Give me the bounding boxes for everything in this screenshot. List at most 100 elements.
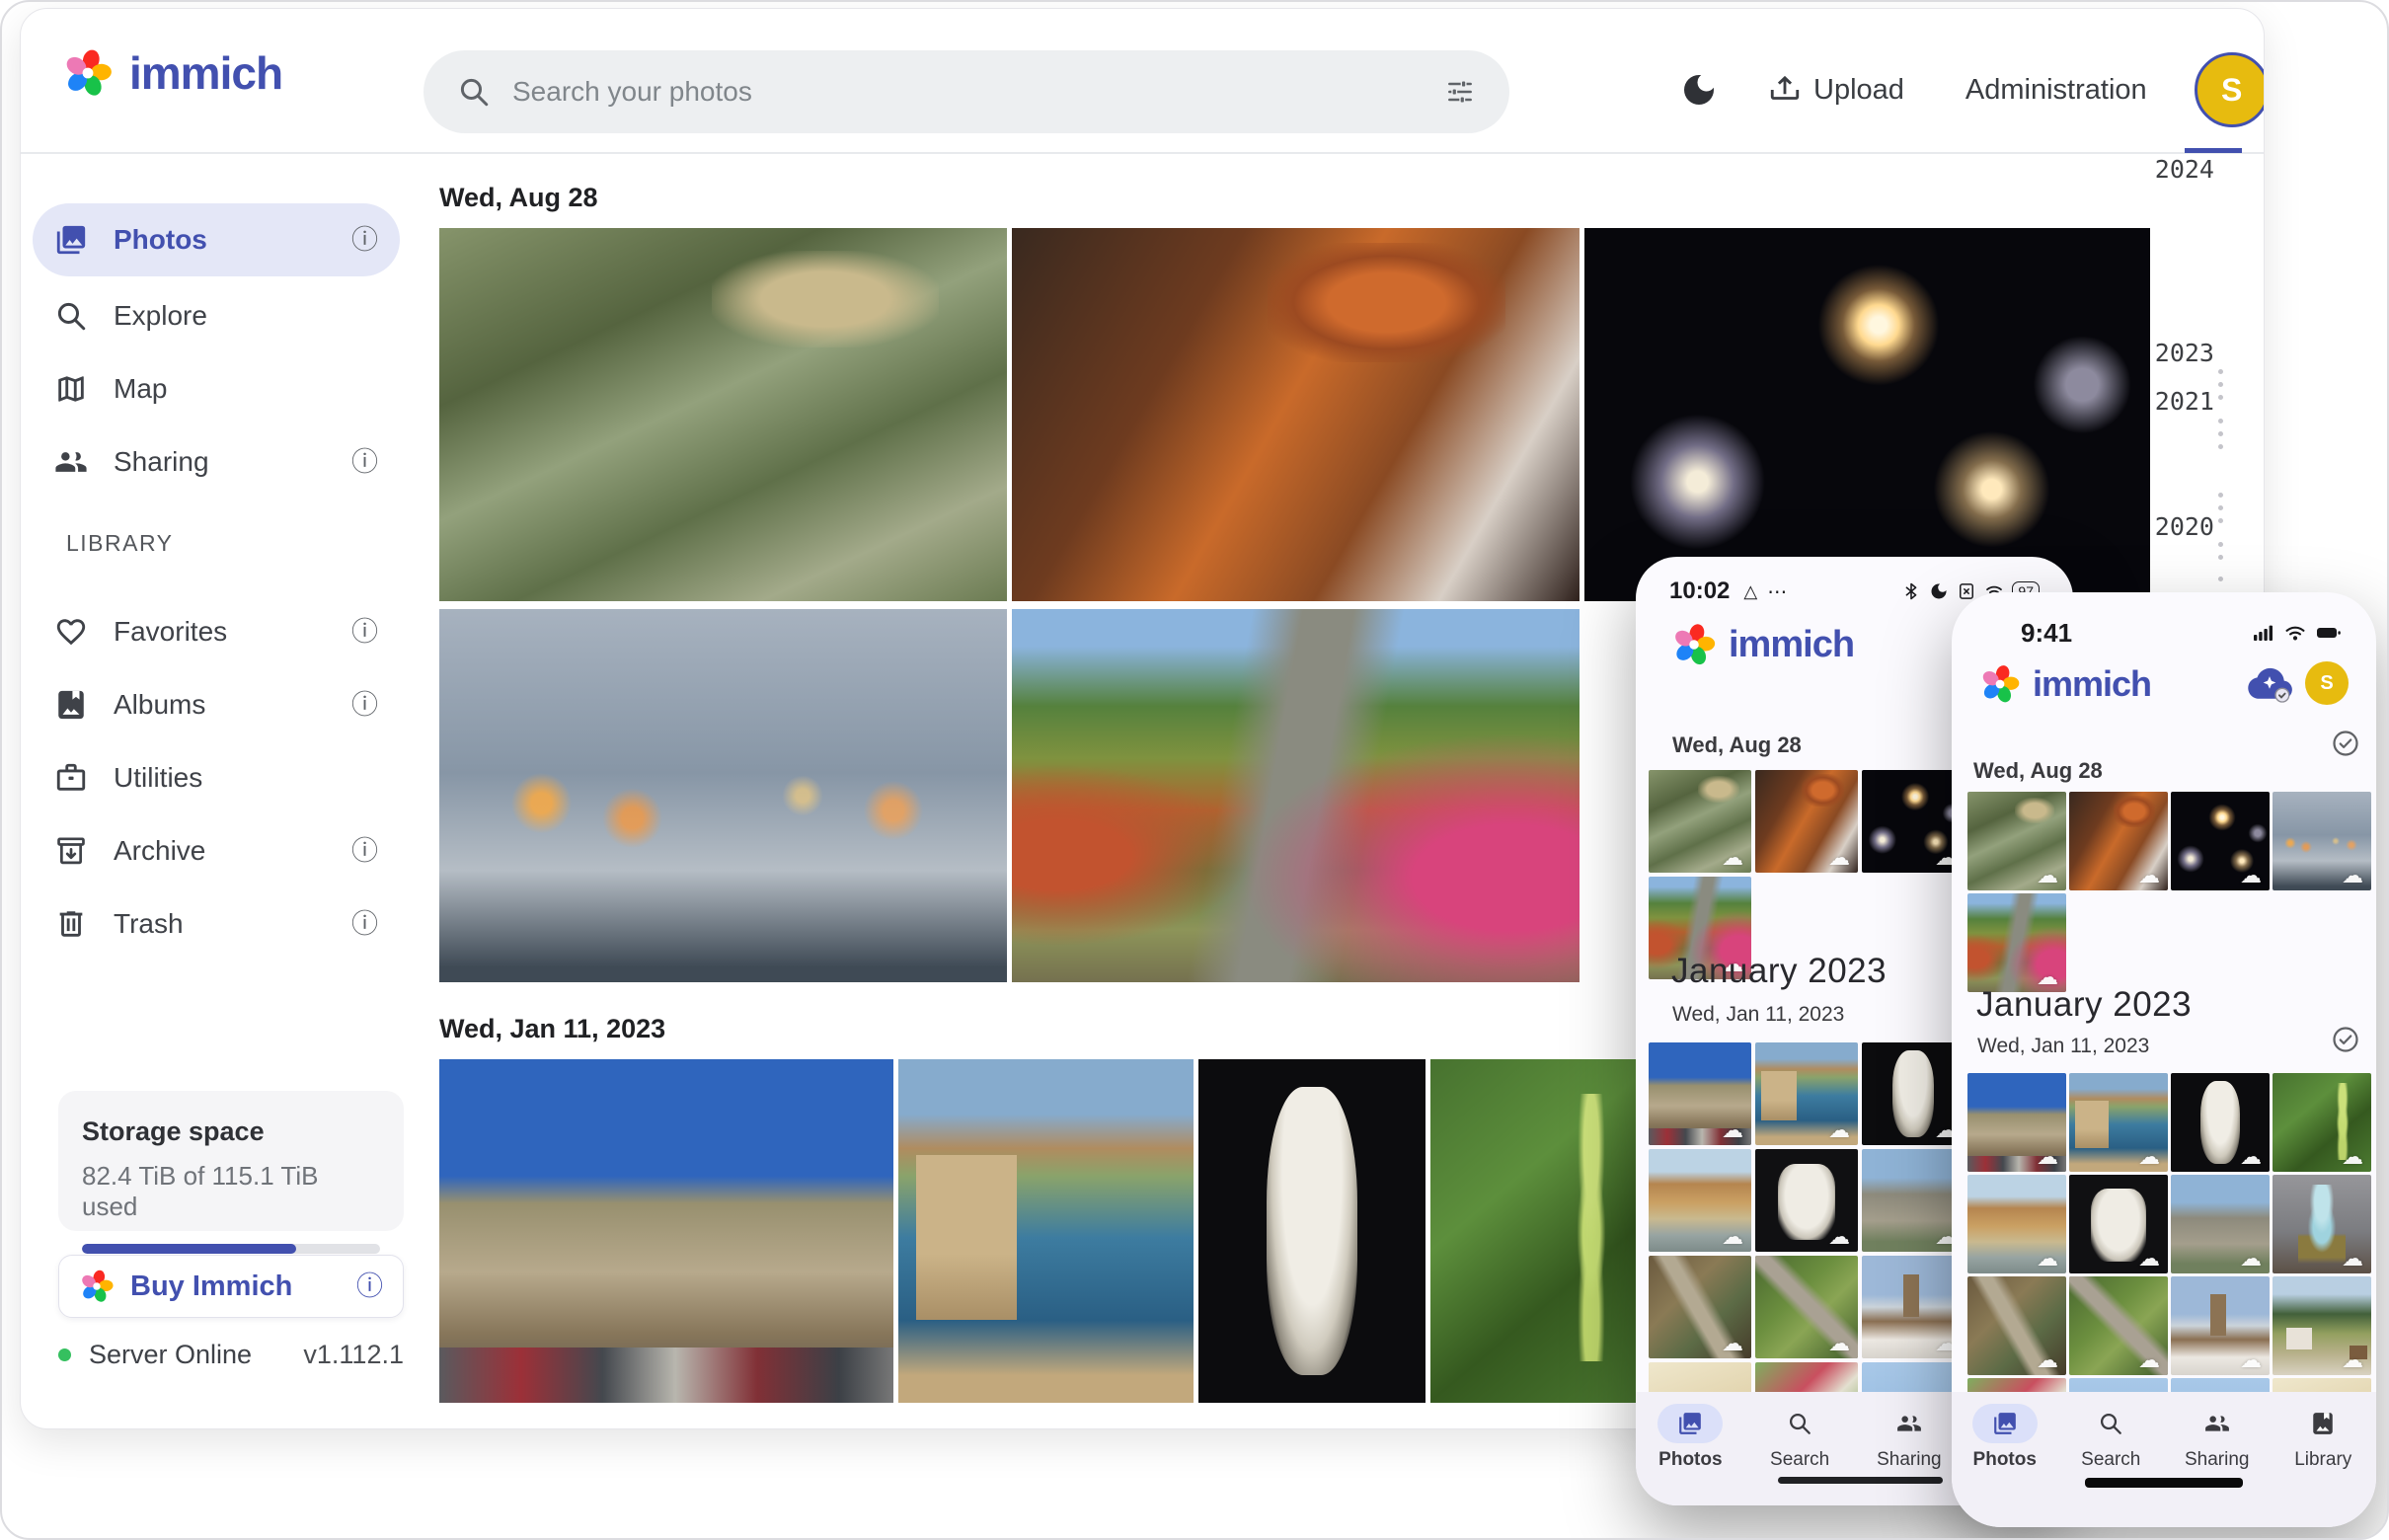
cloud-backup-icon: ☁ <box>2342 1146 2363 1168</box>
nav-item-photos[interactable]: Photos <box>1954 1404 2056 1471</box>
photo-autumn-path[interactable]: ☁ <box>1967 893 2066 992</box>
select-day-check-icon[interactable] <box>2331 1025 2360 1054</box>
map-icon <box>54 372 88 406</box>
photo-alpine-farm[interactable]: ☁ <box>2273 1276 2371 1375</box>
photo-autumn-path[interactable] <box>1012 609 1580 982</box>
photo-coastal[interactable]: ☁ <box>2069 1073 2168 1172</box>
nav-item-sharing[interactable]: Sharing <box>1858 1404 1961 1471</box>
timeline-year[interactable]: 2020 <box>2151 512 2214 541</box>
photo-winter-village[interactable]: ☁ <box>2171 1276 2270 1375</box>
info-icon[interactable]: ⓘ <box>351 838 378 865</box>
sidebar-item-favorites[interactable]: Favorites ⓘ <box>33 595 400 668</box>
photo-berries[interactable] <box>1430 1059 1657 1403</box>
administration-link[interactable]: Administration <box>1965 74 2147 107</box>
photo-monkeys[interactable]: ☁ <box>1967 792 2066 890</box>
photo-coastal[interactable] <box>898 1059 1194 1403</box>
photo-fireworks[interactable] <box>1584 228 2150 601</box>
sidebar-item-albums[interactable]: Albums ⓘ <box>33 668 400 741</box>
cloud-backup-icon: ☁ <box>2342 1349 2363 1371</box>
photo-beach[interactable]: ☁ <box>1967 1175 2066 1273</box>
info-icon[interactable]: ⓘ <box>351 692 378 719</box>
sidebar-item-utilities[interactable]: Utilities <box>33 741 400 814</box>
sidebar-item-map[interactable]: Map <box>33 352 400 425</box>
info-icon[interactable]: ⓘ <box>351 449 378 476</box>
photo-winter-village[interactable]: ☁ <box>1862 1256 1965 1358</box>
timeline-year[interactable]: 2021 <box>2151 387 2214 416</box>
photo-dinner[interactable] <box>1012 228 1580 601</box>
photo-ruins[interactable]: ☁ <box>2171 1175 2270 1273</box>
home-indicator <box>1778 1477 1943 1484</box>
storage-progress-bar <box>82 1244 380 1254</box>
upload-button[interactable]: Upload <box>1768 73 1904 107</box>
sidebar-item-archive[interactable]: Archive ⓘ <box>33 814 400 887</box>
cloud-backup-icon: ☁ <box>1828 1226 1850 1248</box>
photo-lizard[interactable]: ☁ <box>2069 1276 2168 1375</box>
photo-bust[interactable]: ☁ <box>2171 1073 2270 1172</box>
photo-castle[interactable] <box>439 1059 893 1403</box>
user-avatar[interactable]: S <box>2305 661 2349 705</box>
photo-centerpiece[interactable]: ☁ <box>2273 1175 2371 1273</box>
timeline-year[interactable]: 2024 <box>2151 155 2214 184</box>
sidebar-item-sharing[interactable]: Sharing ⓘ <box>33 425 400 499</box>
photo-lizard[interactable]: ☁ <box>1755 1256 1858 1358</box>
date-group-header: Wed, Aug 28 <box>1973 758 2103 784</box>
sidebar-item-trash[interactable]: Trash ⓘ <box>33 887 400 961</box>
photo-sculpture[interactable]: ☁ <box>2069 1175 2168 1273</box>
sidebar-item-photos[interactable]: Photos ⓘ <box>33 203 400 276</box>
photo-castle[interactable]: ☁ <box>1967 1073 2066 1172</box>
select-all-check-icon[interactable] <box>2331 729 2360 758</box>
album-icon <box>54 688 88 722</box>
cloud-backup-icon: ☁ <box>1828 847 1850 869</box>
photo-bust[interactable] <box>1198 1059 1426 1403</box>
cloud-sync-icon[interactable] <box>2246 663 2293 705</box>
photo-dinner[interactable]: ☁ <box>2069 792 2168 890</box>
photo-fireworks[interactable]: ☁ <box>2171 792 2270 890</box>
photo-lizard[interactable]: ☁ <box>1649 1256 1751 1358</box>
timeline-year[interactable]: 2023 <box>2151 339 2214 367</box>
nav-item-library[interactable]: Library <box>2272 1404 2374 1471</box>
photos-icon <box>1677 1411 1703 1436</box>
photo-fireworks[interactable]: ☁ <box>1862 770 1965 873</box>
trash-icon <box>54 907 88 941</box>
cloud-backup-icon: ☁ <box>2240 865 2262 886</box>
info-icon[interactable]: ⓘ <box>351 619 378 646</box>
photo-castle[interactable]: ☁ <box>1649 1042 1751 1145</box>
moon-icon <box>1929 581 1949 601</box>
info-icon[interactable]: ⓘ <box>351 911 378 938</box>
photo-beach[interactable]: ☁ <box>1649 1149 1751 1252</box>
photo-coastal[interactable]: ☁ <box>1755 1042 1858 1145</box>
photo-hands[interactable] <box>439 609 1007 982</box>
info-icon[interactable]: ⓘ <box>351 227 378 254</box>
timeline-scrubber-handle[interactable] <box>2185 148 2242 153</box>
cloud-backup-icon: ☁ <box>1828 1119 1850 1141</box>
sidebar-item-explore[interactable]: Explore <box>33 279 400 352</box>
search-bar[interactable]: Search your photos <box>424 50 1509 133</box>
server-status-label: Server Online <box>89 1340 303 1370</box>
photo-berries[interactable]: ☁ <box>2273 1073 2371 1172</box>
app-logo[interactable]: immich <box>62 46 282 100</box>
nav-item-photos[interactable]: Photos <box>1639 1404 1741 1471</box>
search-filter-icon[interactable] <box>1444 76 1476 108</box>
photo-monkeys[interactable] <box>439 228 1007 601</box>
home-indicator <box>2085 1478 2243 1488</box>
search-icon <box>457 75 491 109</box>
people-icon <box>54 445 88 479</box>
photo-monkeys[interactable]: ☁ <box>1649 770 1751 873</box>
photo-hands[interactable]: ☁ <box>2273 792 2371 890</box>
cloud-backup-icon: ☁ <box>2240 1349 2262 1371</box>
info-icon[interactable]: ⓘ <box>356 1273 383 1300</box>
nav-item-search[interactable]: Search <box>2059 1404 2162 1471</box>
photo-sculpture[interactable]: ☁ <box>1755 1149 1858 1252</box>
photo-bust[interactable]: ☁ <box>1862 1042 1965 1145</box>
photo-lizard[interactable]: ☁ <box>1967 1276 2066 1375</box>
immich-flower-icon <box>1671 622 1717 667</box>
buy-immich-button[interactable]: Buy Immich ⓘ <box>58 1255 404 1318</box>
user-avatar[interactable]: S <box>2195 52 2265 127</box>
date-group-header: Wed, Jan 11, 2023 <box>1672 1003 1844 1027</box>
photo-ruins[interactable]: ☁ <box>1862 1149 1965 1252</box>
photo-dinner[interactable]: ☁ <box>1755 770 1858 873</box>
theme-toggle-button[interactable] <box>1659 70 1738 110</box>
search-input[interactable]: Search your photos <box>512 76 1423 108</box>
nav-item-sharing[interactable]: Sharing <box>2166 1404 2269 1471</box>
nav-item-search[interactable]: Search <box>1748 1404 1851 1471</box>
